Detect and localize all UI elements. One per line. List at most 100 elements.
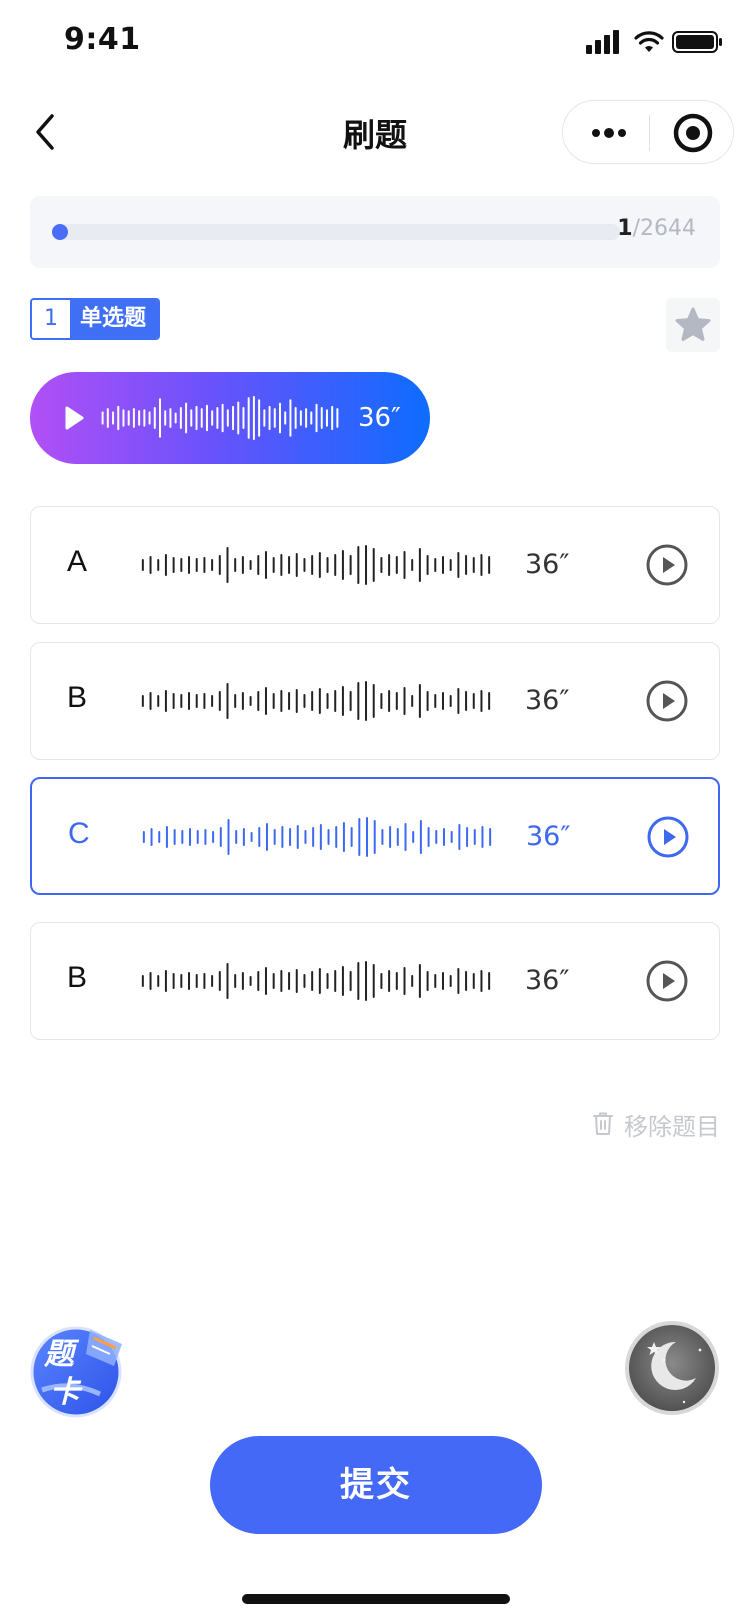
waveform-bar bbox=[303, 694, 306, 708]
night-mode-button[interactable] bbox=[624, 1320, 720, 1416]
option-letter: B bbox=[67, 681, 88, 714]
waveform-bar bbox=[311, 555, 314, 575]
waveform-bar bbox=[403, 551, 406, 579]
option-duration: 36″ bbox=[525, 965, 570, 996]
waveform-bar bbox=[372, 964, 375, 998]
waveform-bar bbox=[288, 692, 291, 710]
waveform-bar bbox=[418, 548, 421, 582]
waveform-bar bbox=[101, 411, 104, 425]
waveform-bar bbox=[234, 558, 237, 572]
waveform-bar bbox=[106, 408, 109, 428]
play-circle-icon[interactable] bbox=[645, 543, 689, 587]
option-c[interactable]: C 36″ bbox=[30, 777, 720, 895]
waveform-bar bbox=[380, 557, 383, 573]
waveform-bar bbox=[488, 692, 491, 710]
waveform-bar bbox=[295, 969, 298, 993]
waveform-bar bbox=[226, 683, 229, 719]
progress-track bbox=[52, 224, 620, 240]
waveform-bar bbox=[480, 690, 483, 712]
waveform-bar bbox=[380, 693, 383, 709]
option-letter: A bbox=[67, 545, 88, 578]
status-bar: 9:41 bbox=[0, 0, 750, 88]
waveform-bar bbox=[264, 551, 267, 579]
play-circle-icon[interactable] bbox=[645, 959, 689, 1003]
waveform-bar bbox=[218, 691, 221, 711]
waveform-bar bbox=[165, 826, 168, 848]
waveform-bar bbox=[127, 410, 130, 426]
waveform-bar bbox=[149, 692, 152, 710]
waveform-bar bbox=[334, 970, 337, 992]
waveform-bar bbox=[142, 831, 145, 843]
waveform-bar bbox=[203, 557, 206, 573]
battery-icon bbox=[672, 31, 722, 53]
waveform-bar bbox=[335, 826, 338, 848]
waveform-bar bbox=[388, 970, 391, 992]
waveform-bar bbox=[203, 693, 206, 709]
waveform-bar bbox=[480, 554, 483, 576]
waveform-bar bbox=[172, 693, 175, 709]
waveform-bar bbox=[489, 828, 492, 846]
waveform-bar bbox=[268, 405, 271, 431]
waveform-bar bbox=[303, 974, 306, 988]
waveform-bar bbox=[226, 547, 229, 583]
question-audio-player[interactable]: 36″ bbox=[30, 372, 430, 464]
waveform-bar bbox=[472, 973, 475, 989]
waveform-bar bbox=[480, 970, 483, 992]
moon-icon bbox=[625, 1321, 719, 1415]
waveform-bar bbox=[349, 555, 352, 575]
waveform-bar bbox=[252, 396, 255, 440]
option-waveform bbox=[142, 817, 492, 857]
waveform-bar bbox=[426, 971, 429, 991]
waveform-bar bbox=[403, 967, 406, 995]
waveform-bar bbox=[326, 557, 329, 573]
capsule-divider bbox=[649, 115, 650, 151]
favorite-button[interactable] bbox=[666, 298, 720, 352]
waveform-bar bbox=[289, 828, 292, 846]
waveform-bar bbox=[350, 827, 353, 847]
waveform-bar bbox=[465, 971, 468, 991]
waveform-bar bbox=[357, 546, 360, 584]
waveform-bar bbox=[418, 684, 421, 718]
waveform-bar bbox=[466, 827, 469, 847]
close-target-icon[interactable] bbox=[671, 111, 715, 155]
option-b[interactable]: B 36″ bbox=[30, 642, 720, 760]
waveform-bar bbox=[273, 408, 276, 428]
waveform-bar bbox=[203, 973, 206, 989]
waveform-bar bbox=[441, 692, 444, 710]
waveform-bar bbox=[179, 407, 182, 429]
waveform-bar bbox=[303, 558, 306, 572]
waveform-bar bbox=[226, 409, 229, 427]
waveform-bar bbox=[188, 972, 191, 990]
waveform-bar bbox=[342, 822, 345, 852]
option-a[interactable]: A 36″ bbox=[30, 506, 720, 624]
waveform-bar bbox=[264, 967, 267, 995]
waveform-bar bbox=[195, 558, 198, 572]
waveform-bar bbox=[465, 555, 468, 575]
option-d[interactable]: B 36″ bbox=[30, 922, 720, 1040]
play-circle-icon[interactable] bbox=[645, 679, 689, 723]
waveform-bar bbox=[488, 556, 491, 574]
submit-button[interactable]: 提交 bbox=[210, 1436, 542, 1534]
waveform-bar bbox=[295, 553, 298, 577]
more-icon[interactable] bbox=[589, 117, 629, 149]
waveform-bar bbox=[450, 831, 453, 843]
waveform-bar bbox=[411, 975, 414, 987]
waveform-bar bbox=[122, 409, 125, 427]
waveform-bar bbox=[449, 975, 452, 987]
waveform-bar bbox=[365, 961, 368, 1001]
waveform-bar bbox=[250, 832, 253, 842]
waveform-bar bbox=[457, 552, 460, 578]
waveform-bar bbox=[396, 828, 399, 846]
waveform-bar bbox=[164, 690, 167, 712]
waveform-bar bbox=[412, 831, 415, 843]
waveform-bar bbox=[249, 560, 252, 570]
waveform-bar bbox=[272, 973, 275, 989]
waveform-bar bbox=[319, 824, 322, 850]
play-circle-icon[interactable] bbox=[646, 815, 690, 859]
waveform-bar bbox=[148, 411, 151, 425]
question-card-button[interactable]: 题 卡 bbox=[30, 1320, 130, 1418]
remove-question-button[interactable]: 移除题目 bbox=[592, 1104, 720, 1144]
waveform-bar bbox=[169, 408, 172, 428]
waveform-bar bbox=[465, 691, 468, 711]
waveform-bar bbox=[435, 830, 438, 844]
